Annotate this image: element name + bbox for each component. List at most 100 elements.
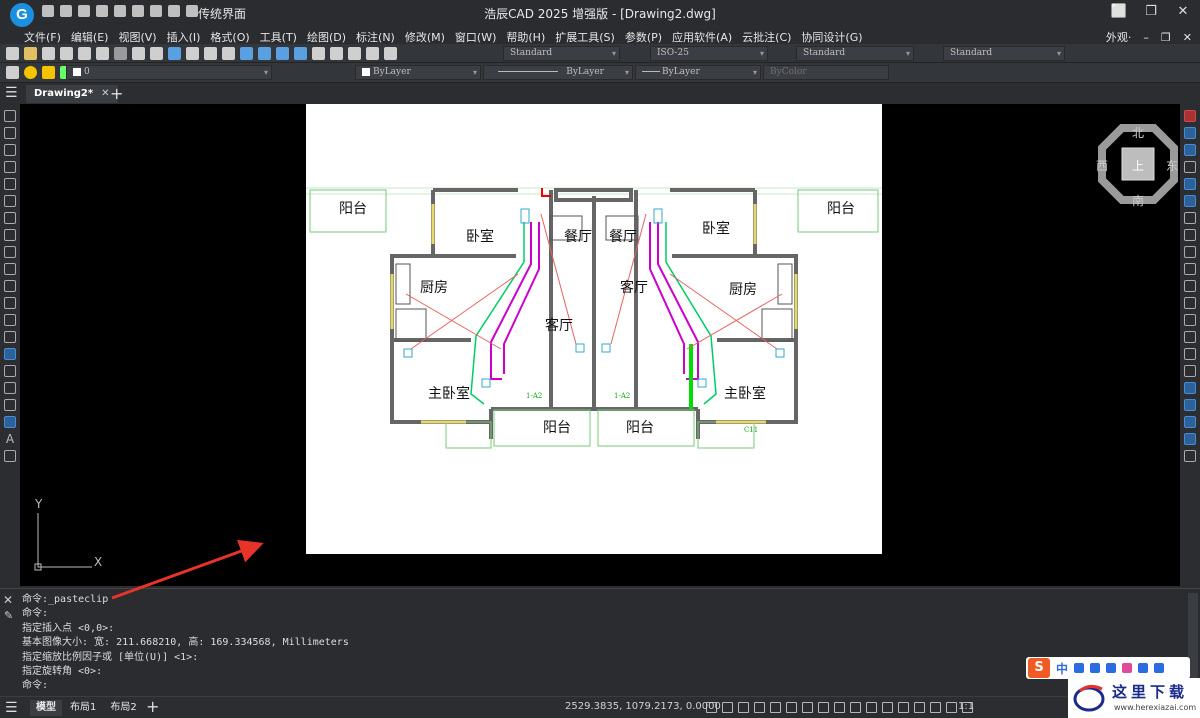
- polar-tracking-icon[interactable]: [754, 702, 765, 713]
- scale-icon[interactable]: [1184, 229, 1196, 241]
- region-icon[interactable]: [4, 382, 16, 394]
- polyline-icon[interactable]: [4, 144, 16, 156]
- block-editor-icon[interactable]: [186, 47, 199, 60]
- print-icon[interactable]: [60, 47, 73, 60]
- explode-icon[interactable]: [1184, 365, 1196, 377]
- extend-icon[interactable]: [1184, 280, 1196, 292]
- revision-cloud-icon[interactable]: [4, 229, 16, 241]
- draw-order-above-icon[interactable]: [1184, 416, 1196, 428]
- skin-icon[interactable]: [1122, 663, 1133, 673]
- copy-object-icon[interactable]: [1184, 127, 1196, 139]
- ime-toolbar[interactable]: S 中: [1026, 657, 1190, 679]
- tab-drawing2[interactable]: Drawing2* ✕: [26, 85, 118, 103]
- layer-thaw-sun-icon[interactable]: [42, 66, 55, 79]
- match-properties-icon[interactable]: [168, 47, 181, 60]
- command-input[interactable]: 命令:: [22, 679, 349, 693]
- zoom-previous-icon[interactable]: [294, 47, 307, 60]
- ellipse-icon[interactable]: [4, 263, 16, 275]
- cut-icon[interactable]: [114, 47, 127, 60]
- menu-file[interactable]: 文件(F): [24, 29, 61, 45]
- menu-applications[interactable]: 应用软件(A): [672, 29, 732, 45]
- trim-icon[interactable]: [1184, 263, 1196, 275]
- print-icon[interactable]: [114, 5, 126, 17]
- status-menu-icon[interactable]: ☰: [5, 700, 18, 716]
- make-block-icon[interactable]: [4, 314, 16, 326]
- menu-help[interactable]: 帮助(H): [506, 29, 545, 45]
- viewcube[interactable]: 北 南 东 西 上: [1096, 124, 1178, 208]
- table-style-select[interactable]: Standard ▾: [796, 46, 914, 61]
- gradient-icon[interactable]: [4, 365, 16, 377]
- dynamic-ucs-icon[interactable]: [818, 702, 829, 713]
- chamfer-icon[interactable]: [1184, 331, 1196, 343]
- draw-order-under-icon[interactable]: [1184, 433, 1196, 445]
- wipeout-icon[interactable]: [4, 399, 16, 411]
- ime-language[interactable]: 中: [1056, 660, 1068, 677]
- tab-close-icon[interactable]: ✕: [101, 85, 109, 103]
- save-icon[interactable]: [78, 5, 90, 17]
- tab-layout2[interactable]: 布局2: [104, 700, 142, 716]
- toolbox-icon[interactable]: [1138, 663, 1149, 673]
- save-icon[interactable]: [42, 47, 55, 60]
- multileader-style-select[interactable]: Standard ▾: [943, 46, 1065, 61]
- polygon-icon[interactable]: [4, 161, 16, 173]
- design-center-icon[interactable]: [330, 47, 343, 60]
- viewcube-north[interactable]: 北: [1132, 124, 1144, 141]
- plotstyle-select[interactable]: ByColor: [763, 65, 889, 80]
- viewcube-east[interactable]: 东: [1166, 157, 1178, 174]
- menu-edit[interactable]: 编辑(E): [71, 29, 109, 45]
- doc-close-button[interactable]: ✕: [1183, 31, 1192, 44]
- array-icon[interactable]: [1184, 178, 1196, 190]
- break-icon[interactable]: [1184, 297, 1196, 309]
- calculator-icon[interactable]: [366, 47, 379, 60]
- viewcube-west[interactable]: 西: [1096, 157, 1108, 174]
- pan-icon[interactable]: [240, 47, 253, 60]
- dim-style-select[interactable]: ISO-25 ▾: [650, 46, 768, 61]
- zoom-realtime-icon[interactable]: [258, 47, 271, 60]
- tool-palettes-icon[interactable]: [348, 47, 361, 60]
- mirror-icon[interactable]: [1184, 144, 1196, 156]
- zoom-icon[interactable]: [930, 702, 941, 713]
- appearance-menu[interactable]: 外观·: [1106, 29, 1132, 45]
- menu-window[interactable]: 窗口(W): [455, 29, 496, 45]
- lineweight-icon[interactable]: [850, 702, 861, 713]
- stretch-icon[interactable]: [1184, 246, 1196, 258]
- hatch-icon[interactable]: [4, 348, 16, 360]
- help-icon[interactable]: [384, 47, 397, 60]
- table-icon[interactable]: [4, 416, 16, 428]
- fillet-icon[interactable]: [1184, 348, 1196, 360]
- tab-menu-icon[interactable]: ☰: [5, 86, 21, 100]
- snap-grid-icon[interactable]: [706, 702, 717, 713]
- layer-select[interactable]: 0 ▾: [66, 65, 272, 80]
- menu-parameters[interactable]: 参数(P): [625, 29, 662, 45]
- annotation-monitor-icon[interactable]: [898, 702, 909, 713]
- workspace-switch-icon[interactable]: [914, 702, 925, 713]
- keyboard-icon[interactable]: [1106, 663, 1117, 673]
- open-icon[interactable]: [24, 47, 37, 60]
- chat-icon[interactable]: [186, 5, 198, 17]
- command-panel-close-icon[interactable]: ✕: [3, 593, 13, 607]
- isodraft-icon[interactable]: [770, 702, 781, 713]
- linetype-select[interactable]: ByLayer ▾: [483, 65, 633, 80]
- new-file-icon[interactable]: [42, 5, 54, 17]
- move-icon[interactable]: [1184, 195, 1196, 207]
- workspace-selector[interactable]: 传统界面: [198, 5, 246, 22]
- redo-icon[interactable]: [222, 47, 235, 60]
- tab-layout1[interactable]: 布局1: [64, 700, 102, 716]
- transparency-icon[interactable]: [866, 702, 877, 713]
- viewcube-top-face[interactable]: 上: [1132, 157, 1144, 174]
- menu-insert[interactable]: 插入(I): [167, 29, 201, 45]
- circle-icon[interactable]: [4, 212, 16, 224]
- rectangle-icon[interactable]: [4, 178, 16, 190]
- undo-icon[interactable]: [204, 47, 217, 60]
- menu-dimension[interactable]: 标注(N): [356, 29, 395, 45]
- save-as-icon[interactable]: [96, 5, 108, 17]
- selection-cycling-icon[interactable]: [882, 702, 893, 713]
- spline-icon[interactable]: [4, 246, 16, 258]
- menu-modify[interactable]: 修改(M): [405, 29, 445, 45]
- menu-draw[interactable]: 绘图(D): [307, 29, 346, 45]
- microphone-icon[interactable]: [1090, 663, 1101, 673]
- rotate-icon[interactable]: [1184, 212, 1196, 224]
- properties-icon[interactable]: [312, 47, 325, 60]
- drawing-canvas[interactable]: 阳台 卧室 餐厅 餐厅 卧室 阳台 厨房 客厅 厨房 客厅 主卧室 主卧室 阳台…: [20, 104, 1180, 586]
- app-logo-icon[interactable]: G: [10, 3, 34, 27]
